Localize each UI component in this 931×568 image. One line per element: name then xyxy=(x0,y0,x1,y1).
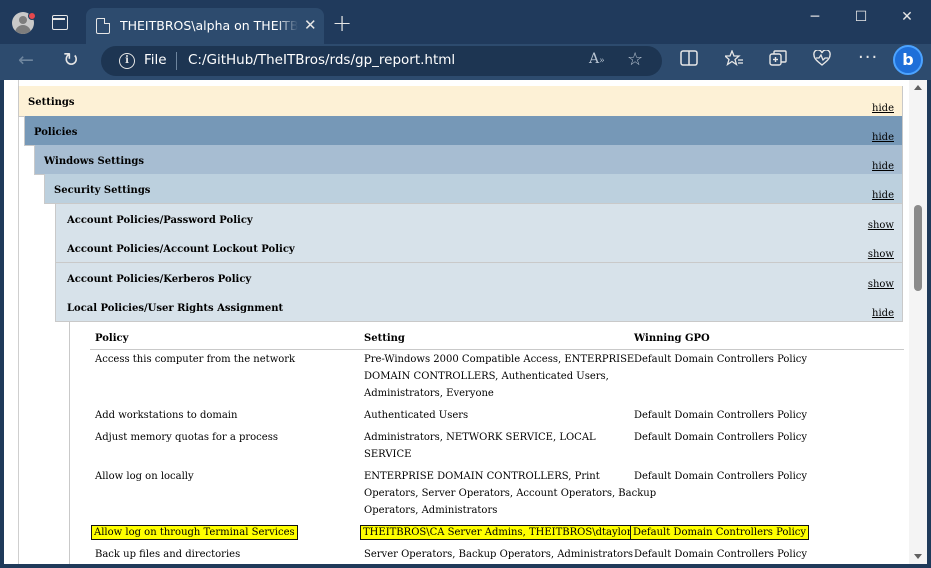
more-icon[interactable]: ··· xyxy=(858,47,878,68)
scroll-down-icon[interactable] xyxy=(914,554,922,559)
column-header-setting: Setting xyxy=(364,333,405,344)
section-title: Windows Settings xyxy=(44,156,145,167)
hide-link[interactable]: hide xyxy=(872,190,894,201)
policy-cell-highlighted: Allow log on through Terminal Services xyxy=(91,525,298,540)
setting-cell: Server Operators, Backup Operators, Admi… xyxy=(364,549,633,560)
policy-cell: Back up files and directories xyxy=(95,549,241,560)
gpo-cell-highlighted: Default Domain Controllers Policy xyxy=(629,525,810,540)
gpo-cell: Default Domain Controllers Policy xyxy=(634,432,808,443)
user-rights-table: Policy Setting Winning GPO Access this c… xyxy=(69,321,904,564)
vertical-scrollbar[interactable] xyxy=(909,80,927,564)
split-screen-icon[interactable] xyxy=(680,50,698,70)
section-title: Account Policies/Account Lockout Policy xyxy=(67,244,295,255)
setting-cell: Administrators, NETWORK SERVICE, LOCAL S… xyxy=(364,432,596,460)
hide-link[interactable]: hide xyxy=(872,103,894,114)
refresh-icon[interactable]: ↻ xyxy=(63,49,79,71)
browser-tab[interactable]: THEITBROS\alpha on THEITBROS ✕ xyxy=(86,8,324,44)
gpo-cell: Default Domain Controllers Policy xyxy=(634,549,808,560)
address-url[interactable]: C:/GitHub/TheITBros/rds/gp_report.html xyxy=(188,52,455,68)
section-user-rights-assignment: Local Policies/User Rights Assignment hi… xyxy=(55,292,903,322)
scroll-up-icon[interactable] xyxy=(914,85,922,90)
section-title: Security Settings xyxy=(54,185,151,196)
column-header-winning-gpo: Winning GPO xyxy=(634,333,710,344)
header-divider xyxy=(90,349,904,350)
address-scheme-label: File xyxy=(144,52,167,68)
section-password-policy: Account Policies/Password Policy show xyxy=(55,204,903,234)
browser-toolbar: ← ↻ i File C:/GitHub/TheITBros/rds/gp_re… xyxy=(0,44,931,80)
info-icon[interactable]: i xyxy=(119,53,135,69)
maximize-button[interactable]: ☐ xyxy=(838,4,884,32)
section-title: Policies xyxy=(34,127,78,138)
notification-badge-icon xyxy=(28,12,36,20)
show-link[interactable]: show xyxy=(868,220,894,231)
section-title: Account Policies/Password Policy xyxy=(67,215,253,226)
gpo-cell: Default Domain Controllers Policy xyxy=(634,354,808,365)
show-link[interactable]: show xyxy=(868,279,894,290)
section-title: Settings xyxy=(28,97,75,108)
minimize-button[interactable]: ─ xyxy=(792,4,838,32)
section-account-lockout-policy: Account Policies/Account Lockout Policy … xyxy=(55,233,903,263)
address-separator xyxy=(176,52,177,70)
tab-actions-icon[interactable] xyxy=(52,15,68,30)
page-viewport: Settings hide Policies hide Windows Sett… xyxy=(4,80,909,564)
section-title: Local Policies/User Rights Assignment xyxy=(67,303,284,314)
tab-title: THEITBROS\alpha on THEITBROS xyxy=(120,18,298,33)
hide-link[interactable]: hide xyxy=(872,308,894,319)
tab-close-icon[interactable]: ✕ xyxy=(304,17,317,33)
column-header-policy: Policy xyxy=(95,333,129,344)
policy-cell: Adjust memory quotas for a process xyxy=(95,432,278,443)
setting-cell-highlighted: THEITBROS\CA Server Admins, THEITBROS\dt… xyxy=(360,525,635,540)
section-kerberos-policy: Account Policies/Kerberos Policy show xyxy=(55,263,903,293)
setting-cell: ENTERPRISE DOMAIN CONTROLLERS, Print Ope… xyxy=(364,471,657,516)
browser-essentials-icon[interactable] xyxy=(813,49,831,70)
page-border xyxy=(18,80,19,564)
new-tab-button[interactable]: + xyxy=(332,10,352,36)
hide-link[interactable]: hide xyxy=(872,161,894,172)
section-policies: Policies hide xyxy=(24,116,903,146)
gpo-cell: Default Domain Controllers Policy xyxy=(634,471,808,482)
section-windows-settings: Windows Settings hide xyxy=(34,145,903,175)
favorite-star-icon[interactable]: ☆ xyxy=(627,49,643,70)
read-aloud-icon[interactable]: A» xyxy=(589,51,605,67)
document-icon xyxy=(96,18,110,34)
back-icon[interactable]: ← xyxy=(18,49,34,71)
section-security-settings: Security Settings hide xyxy=(44,174,903,204)
title-bar: THEITBROS\alpha on THEITBROS ✕ + ─ ☐ ✕ xyxy=(0,0,931,44)
copilot-icon[interactable]: b xyxy=(893,45,923,75)
policy-cell: Access this computer from the network xyxy=(95,354,296,365)
policy-cell: Add workstations to domain xyxy=(95,410,238,421)
address-bar[interactable]: i File C:/GitHub/TheITBros/rds/gp_report… xyxy=(101,46,662,76)
policy-cell: Allow log on locally xyxy=(95,471,194,482)
collections-icon[interactable] xyxy=(769,50,787,70)
section-settings: Settings hide xyxy=(18,86,903,117)
scrollbar-thumb[interactable] xyxy=(914,205,922,291)
gpo-cell: Default Domain Controllers Policy xyxy=(634,410,808,421)
hide-link[interactable]: hide xyxy=(872,132,894,143)
close-window-button[interactable]: ✕ xyxy=(884,4,930,32)
section-title: Account Policies/Kerberos Policy xyxy=(67,274,252,285)
setting-cell: Authenticated Users xyxy=(364,410,469,421)
setting-cell: Pre-Windows 2000 Compatible Access, ENTE… xyxy=(364,354,635,399)
favorites-icon[interactable] xyxy=(723,49,743,70)
show-link[interactable]: show xyxy=(868,249,894,260)
